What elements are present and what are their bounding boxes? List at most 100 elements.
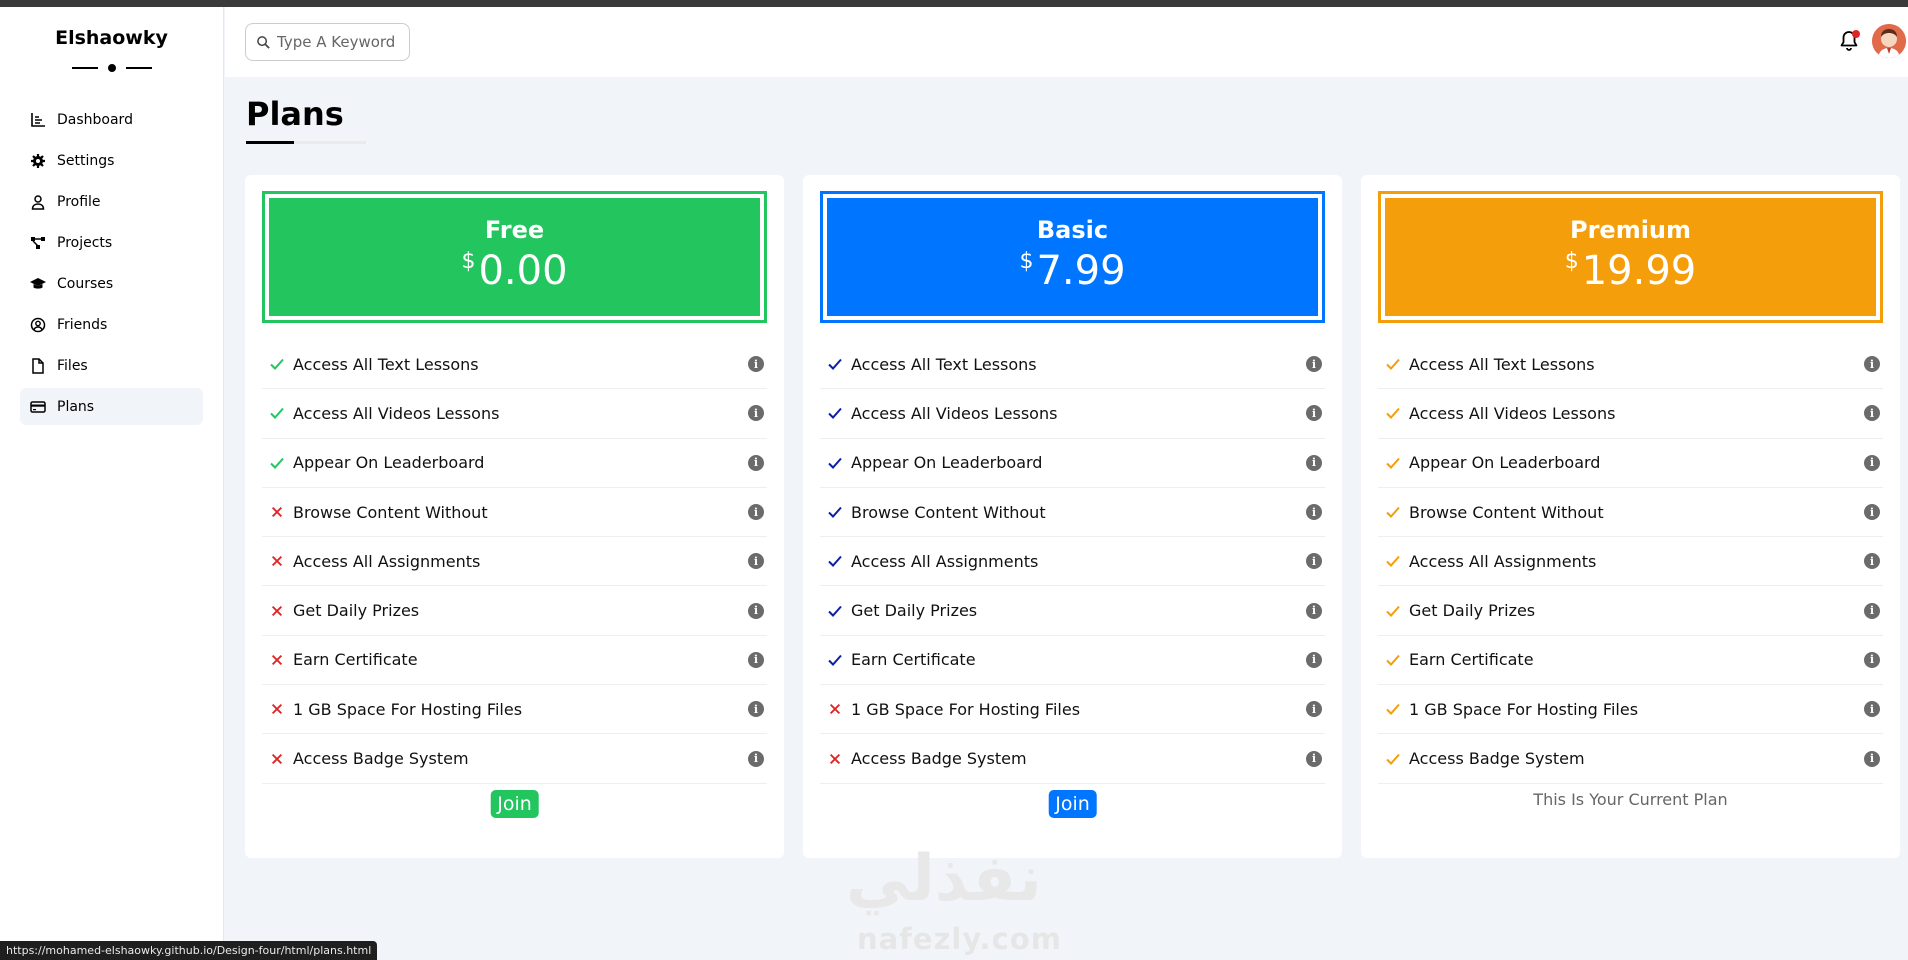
window-top-border bbox=[0, 0, 1908, 7]
file-icon bbox=[32, 357, 44, 374]
cross-icon bbox=[267, 502, 287, 522]
feature-label: Access Badge System bbox=[851, 749, 1027, 769]
info-icon[interactable]: i bbox=[1306, 454, 1322, 471]
info-icon[interactable]: i bbox=[1864, 553, 1880, 570]
info-icon[interactable]: i bbox=[1306, 651, 1322, 668]
info-icon[interactable]: i bbox=[1864, 504, 1880, 521]
plan-header: Premium $19.99 bbox=[1378, 191, 1883, 323]
plan-price: $0.00 bbox=[269, 248, 760, 294]
feature-label: Browse Content Without bbox=[1409, 502, 1604, 522]
info-icon[interactable]: i bbox=[1864, 454, 1880, 471]
info-icon[interactable]: i bbox=[748, 405, 764, 422]
feature-item: Browse Content Without i bbox=[820, 488, 1325, 538]
feature-label: Access All Assignments bbox=[851, 551, 1039, 571]
graduation-cap-icon bbox=[30, 277, 46, 289]
info-icon[interactable]: i bbox=[1306, 553, 1322, 570]
price-value: 0.00 bbox=[478, 248, 568, 294]
currency-symbol: $ bbox=[1564, 249, 1579, 274]
feature-label: Appear On Leaderboard bbox=[851, 453, 1043, 473]
feature-label: Access All Assignments bbox=[1409, 551, 1597, 571]
feature-item: Earn Certificate i bbox=[262, 636, 767, 686]
feature-list: Access All Text Lessons i Access All Video… bbox=[820, 340, 1325, 784]
check-icon bbox=[267, 354, 287, 374]
sidebar-item-profile[interactable]: Profile bbox=[20, 183, 203, 220]
sidebar-item-label: Dashboard bbox=[57, 111, 133, 128]
info-icon[interactable]: i bbox=[1864, 750, 1880, 767]
feature-item: Get Daily Prizes i bbox=[820, 586, 1325, 636]
user-circle-icon bbox=[30, 317, 46, 332]
info-icon[interactable]: i bbox=[1306, 356, 1322, 373]
sidebar-item-dashboard[interactable]: Dashboard bbox=[20, 101, 203, 138]
search-box[interactable] bbox=[245, 23, 410, 61]
info-icon[interactable]: i bbox=[1306, 750, 1322, 767]
info-icon[interactable]: i bbox=[748, 602, 764, 619]
feature-label: Get Daily Prizes bbox=[851, 601, 978, 621]
sidebar-item-courses[interactable]: Courses bbox=[20, 265, 203, 302]
sidebar-item-settings[interactable]: Settings bbox=[20, 142, 203, 179]
feature-item: 1 GB Space For Hosting Files i bbox=[1378, 685, 1883, 735]
info-icon[interactable]: i bbox=[748, 454, 764, 471]
title-underline bbox=[246, 141, 366, 144]
plan-price: $7.99 bbox=[827, 248, 1318, 294]
feature-label: Access Badge System bbox=[1409, 749, 1585, 769]
check-icon bbox=[825, 551, 845, 571]
feature-item: Get Daily Prizes i bbox=[1378, 586, 1883, 636]
info-icon[interactable]: i bbox=[1306, 701, 1322, 718]
sidebar-item-label: Plans bbox=[57, 398, 95, 415]
info-icon[interactable]: i bbox=[748, 750, 764, 767]
info-icon[interactable]: i bbox=[1864, 356, 1880, 373]
plan-card-free: Free $0.00 Access All Text Lessons i Acces… bbox=[245, 175, 784, 858]
feature-item: Access All Assignments i bbox=[820, 537, 1325, 587]
feature-list: Access All Text Lessons i Access All Video… bbox=[1378, 340, 1883, 784]
check-icon bbox=[1383, 551, 1403, 571]
join-button[interactable]: Join bbox=[1048, 790, 1097, 818]
info-icon[interactable]: i bbox=[748, 553, 764, 570]
feature-label: Get Daily Prizes bbox=[293, 601, 420, 621]
check-icon bbox=[825, 453, 845, 473]
plan-card-premium: Premium $19.99 Access All Text Lessons i A… bbox=[1361, 175, 1900, 858]
info-icon[interactable]: i bbox=[1306, 504, 1322, 521]
feature-item: Get Daily Prizes i bbox=[262, 586, 767, 636]
sidebar-nav: Dashboard Settings Profile Projects Cour… bbox=[0, 101, 223, 425]
feature-item: Browse Content Without i bbox=[1378, 488, 1883, 538]
info-icon[interactable]: i bbox=[1306, 405, 1322, 422]
plan-header: Basic $7.99 bbox=[820, 191, 1325, 323]
gear-icon bbox=[31, 153, 45, 168]
sidebar-item-projects[interactable]: Projects bbox=[20, 224, 203, 261]
info-icon[interactable]: i bbox=[1864, 651, 1880, 668]
sidebar-item-label: Courses bbox=[57, 275, 114, 292]
check-icon bbox=[1383, 699, 1403, 719]
info-icon[interactable]: i bbox=[1306, 602, 1322, 619]
check-icon bbox=[1383, 502, 1403, 522]
cross-icon bbox=[825, 749, 845, 769]
info-icon[interactable]: i bbox=[1864, 701, 1880, 718]
feature-item: Access Badge System i bbox=[1378, 734, 1883, 784]
sidebar-item-files[interactable]: Files bbox=[20, 347, 203, 384]
sidebar: Elshaowky Dashboard Settings Profile Pro… bbox=[0, 7, 224, 960]
info-icon[interactable]: i bbox=[748, 701, 764, 718]
feature-label: Earn Certificate bbox=[851, 650, 976, 670]
notification-button[interactable] bbox=[1837, 29, 1861, 53]
feature-label: Appear On Leaderboard bbox=[293, 453, 485, 473]
feature-item: Access All Text Lessons i bbox=[1378, 340, 1883, 390]
check-icon bbox=[1383, 403, 1403, 423]
avatar[interactable] bbox=[1872, 24, 1906, 58]
feature-item: Access Badge System i bbox=[820, 734, 1325, 784]
info-icon[interactable]: i bbox=[1864, 405, 1880, 422]
join-button[interactable]: Join bbox=[490, 790, 539, 818]
plan-name: Premium bbox=[1569, 216, 1692, 244]
info-icon[interactable]: i bbox=[748, 651, 764, 668]
watermark-arabic: نفذلي bbox=[846, 842, 1042, 916]
sidebar-item-plans[interactable]: Plans bbox=[20, 388, 203, 425]
feature-item: Access All Text Lessons i bbox=[820, 340, 1325, 390]
feature-item: 1 GB Space For Hosting Files i bbox=[820, 685, 1325, 735]
info-icon[interactable]: i bbox=[748, 356, 764, 373]
feature-item: Access All Assignments i bbox=[262, 537, 767, 587]
plan-name: Free bbox=[484, 216, 545, 244]
plan-header: Free $0.00 bbox=[262, 191, 767, 323]
sidebar-item-friends[interactable]: Friends bbox=[20, 306, 203, 343]
check-icon bbox=[1383, 453, 1403, 473]
info-icon[interactable]: i bbox=[748, 504, 764, 521]
info-icon[interactable]: i bbox=[1864, 602, 1880, 619]
search-input[interactable] bbox=[277, 33, 397, 51]
